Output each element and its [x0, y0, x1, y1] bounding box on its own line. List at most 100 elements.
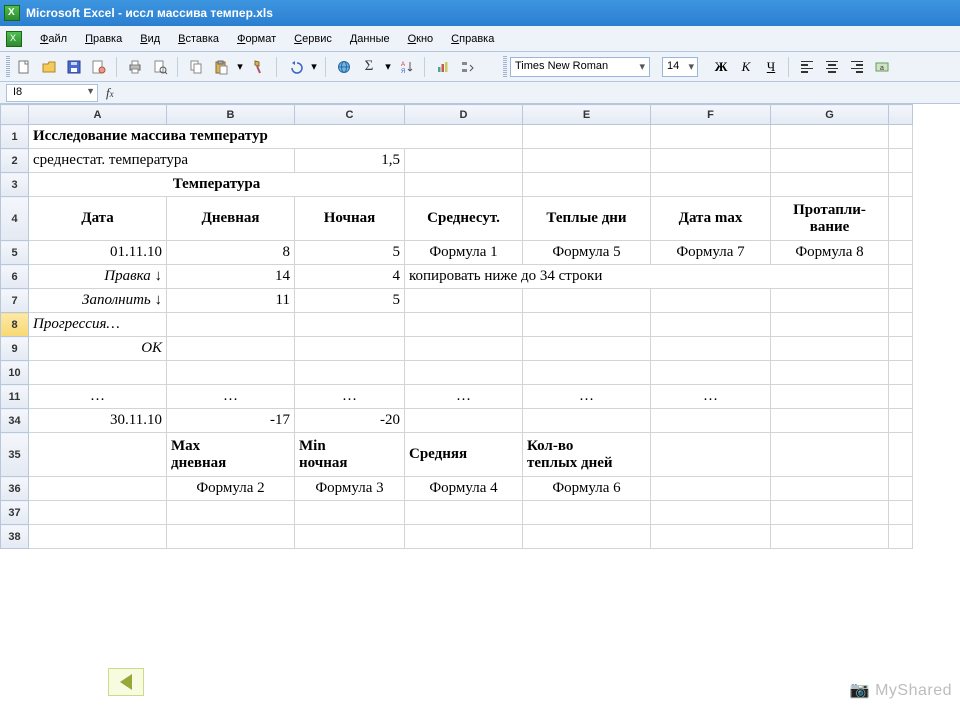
cell[interactable] — [405, 289, 523, 313]
open-icon[interactable] — [38, 56, 60, 78]
menu-file[interactable]: Файл — [32, 30, 75, 48]
menu-view[interactable]: Вид — [132, 30, 168, 48]
chevron-down-icon[interactable]: ▼ — [86, 86, 95, 96]
cell[interactable]: ОК — [29, 337, 167, 361]
cell[interactable] — [523, 173, 651, 197]
column-header[interactable]: A — [29, 105, 167, 125]
cell[interactable] — [771, 409, 889, 433]
cell[interactable] — [651, 289, 771, 313]
cell[interactable]: 8 — [167, 241, 295, 265]
paste-icon[interactable] — [210, 56, 232, 78]
cell[interactable] — [889, 265, 913, 289]
menu-edit[interactable]: Правка — [77, 30, 130, 48]
cell[interactable]: Формула 6 — [523, 477, 651, 501]
cell[interactable]: Температура — [29, 173, 405, 197]
cell[interactable] — [523, 313, 651, 337]
toolbar-options-icon[interactable] — [457, 56, 479, 78]
cell[interactable]: Дневная — [167, 197, 295, 241]
row-header[interactable]: 11 — [1, 385, 29, 409]
cell[interactable]: 01.11.10 — [29, 241, 167, 265]
cell[interactable] — [523, 525, 651, 549]
cell[interactable]: Формула 5 — [523, 241, 651, 265]
cell[interactable]: Прогрессия… — [29, 313, 167, 337]
align-left-icon[interactable] — [796, 56, 818, 78]
row-header[interactable]: 6 — [1, 265, 29, 289]
cell[interactable] — [523, 149, 651, 173]
cell[interactable]: 30.11.10 — [29, 409, 167, 433]
cell[interactable] — [889, 313, 913, 337]
cell[interactable]: Исследование массива температур — [29, 125, 523, 149]
merge-center-icon[interactable]: a — [871, 56, 893, 78]
cell[interactable]: 4 — [295, 265, 405, 289]
cell[interactable] — [405, 337, 523, 361]
cell[interactable] — [405, 149, 523, 173]
cell[interactable] — [295, 525, 405, 549]
row-header[interactable]: 4 — [1, 197, 29, 241]
undo-dropdown[interactable]: ▾ — [309, 60, 319, 73]
menu-format[interactable]: Формат — [229, 30, 284, 48]
row-header[interactable]: 8 — [1, 313, 29, 337]
cell[interactable]: Minночная — [295, 433, 405, 477]
cell[interactable]: 5 — [295, 289, 405, 313]
menu-data[interactable]: Данные — [342, 30, 398, 48]
copy-icon[interactable] — [185, 56, 207, 78]
column-header[interactable]: B — [167, 105, 295, 125]
cell[interactable]: Правка ↓ — [29, 265, 167, 289]
prev-slide-button[interactable] — [108, 668, 144, 696]
font-size-combo[interactable]: 14 — [662, 57, 698, 77]
column-header[interactable]: F — [651, 105, 771, 125]
paste-dropdown[interactable]: ▾ — [235, 60, 245, 73]
cell[interactable]: … — [29, 385, 167, 409]
cell[interactable] — [771, 289, 889, 313]
cell[interactable] — [889, 173, 913, 197]
save-icon[interactable] — [63, 56, 85, 78]
font-name-combo[interactable]: Times New Roman — [510, 57, 650, 77]
autosum-dropdown[interactable]: ▾ — [383, 60, 393, 73]
row-header[interactable]: 7 — [1, 289, 29, 313]
align-right-icon[interactable] — [846, 56, 868, 78]
cell[interactable]: -20 — [295, 409, 405, 433]
cell[interactable] — [405, 173, 523, 197]
cell[interactable] — [29, 361, 167, 385]
cell[interactable]: Дата — [29, 197, 167, 241]
sort-asc-icon[interactable]: АЯ — [396, 56, 418, 78]
cell[interactable]: 1,5 — [295, 149, 405, 173]
cell[interactable] — [889, 149, 913, 173]
cell[interactable] — [523, 337, 651, 361]
column-header[interactable]: E — [523, 105, 651, 125]
undo-icon[interactable] — [284, 56, 306, 78]
cell[interactable] — [29, 477, 167, 501]
cell[interactable]: … — [405, 385, 523, 409]
cell[interactable]: Дата max — [651, 197, 771, 241]
cell[interactable] — [771, 433, 889, 477]
cell[interactable]: Ночная — [295, 197, 405, 241]
cell[interactable] — [295, 361, 405, 385]
cell[interactable] — [771, 313, 889, 337]
cell[interactable]: Формула 2 — [167, 477, 295, 501]
column-header[interactable] — [889, 105, 913, 125]
menu-insert[interactable]: Вставка — [170, 30, 227, 48]
cell[interactable]: Формула 3 — [295, 477, 405, 501]
row-header[interactable]: 3 — [1, 173, 29, 197]
print-icon[interactable] — [124, 56, 146, 78]
cell[interactable] — [889, 361, 913, 385]
row-header[interactable]: 9 — [1, 337, 29, 361]
cell[interactable] — [889, 289, 913, 313]
cell[interactable]: Протапли-вание — [771, 197, 889, 241]
cell[interactable]: Формула 7 — [651, 241, 771, 265]
cell[interactable] — [771, 361, 889, 385]
cell[interactable] — [651, 337, 771, 361]
cell[interactable] — [167, 337, 295, 361]
grip-handle[interactable] — [6, 56, 10, 78]
cell[interactable] — [651, 173, 771, 197]
cell[interactable] — [29, 433, 167, 477]
cell[interactable] — [771, 125, 889, 149]
row-header[interactable]: 34 — [1, 409, 29, 433]
new-icon[interactable] — [13, 56, 35, 78]
cell[interactable] — [651, 125, 771, 149]
cell[interactable]: -17 — [167, 409, 295, 433]
fx-label[interactable]: fx — [102, 85, 118, 101]
cell[interactable] — [651, 501, 771, 525]
cell[interactable] — [889, 501, 913, 525]
cell[interactable] — [651, 433, 771, 477]
